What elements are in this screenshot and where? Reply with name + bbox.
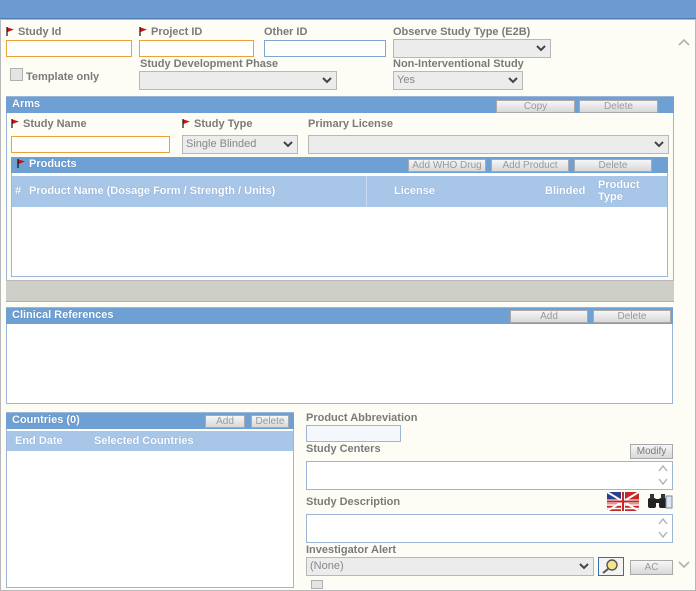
products-panel [11, 157, 668, 277]
primary-license-label: Primary License [308, 118, 393, 130]
partial-checkbox[interactable] [311, 580, 323, 589]
countries-add-button[interactable]: Add [205, 415, 245, 428]
modify-button[interactable]: Modify [630, 444, 673, 459]
study-description-scroll-icon[interactable] [657, 516, 669, 540]
column-product-type[interactable]: Product Type [598, 179, 640, 203]
required-flag-icon [11, 119, 20, 128]
study-name-input[interactable] [11, 136, 170, 153]
required-flag-icon [17, 159, 26, 168]
study-name-label: Study Name [11, 118, 87, 130]
study-id-input[interactable] [6, 40, 132, 57]
column-license[interactable]: License [394, 185, 435, 197]
study-development-phase-select[interactable] [139, 71, 337, 90]
column-blinded[interactable]: Blinded [545, 185, 585, 197]
project-id-label: Project ID [139, 26, 202, 38]
investigator-alert-select[interactable]: (None) [306, 557, 594, 576]
arms-delete-button[interactable]: Delete [579, 100, 658, 113]
arms-title: Arms [12, 98, 41, 110]
magnifier-icon [602, 559, 618, 574]
study-centers-scroll-icon[interactable] [657, 463, 669, 487]
required-flag-icon [6, 27, 15, 36]
chevron-down-icon [536, 45, 546, 52]
study-description-label: Study Description [306, 496, 401, 508]
scroll-up-icon[interactable] [678, 38, 690, 47]
chevron-down-icon [579, 563, 589, 570]
window-top-bar [0, 0, 696, 19]
column-selected-countries[interactable]: Selected Countries [94, 435, 194, 447]
observe-study-type-select[interactable] [393, 39, 551, 58]
product-abbreviation-input[interactable] [306, 425, 401, 442]
required-flag-icon [182, 119, 191, 128]
scroll-down-icon[interactable] [678, 560, 690, 569]
column-divider [366, 176, 367, 207]
primary-license-select[interactable] [308, 135, 669, 154]
add-product-button[interactable]: Add Product [491, 159, 569, 172]
product-abbreviation-label: Product Abbreviation [306, 412, 418, 424]
investigator-lookup-button[interactable] [598, 557, 624, 576]
clinical-references-title: Clinical References [12, 309, 114, 321]
products-panel-header: Products [11, 157, 668, 173]
study-id-label: Study Id [6, 26, 61, 38]
study-type-label: Study Type [182, 118, 252, 130]
add-who-drug-button[interactable]: Add WHO Drug [408, 159, 486, 172]
template-only-checkbox[interactable] [10, 68, 23, 81]
column-product-name[interactable]: Product Name (Dosage Form / Strength / U… [29, 185, 275, 197]
study-description-box[interactable] [306, 514, 673, 543]
template-only-label: Template only [26, 71, 100, 83]
products-delete-button[interactable]: Delete [574, 159, 652, 172]
binoculars-icon[interactable] [647, 493, 673, 510]
study-development-phase-label: Study Development Phase [140, 58, 279, 70]
non-interventional-study-label: Non-Interventional Study [393, 58, 524, 70]
countries-title: Countries (0) [12, 414, 80, 426]
investigator-alert-label: Investigator Alert [306, 544, 397, 556]
required-flag-icon [139, 27, 148, 36]
other-id-label: Other ID [264, 26, 308, 38]
column-end-date[interactable]: End Date [15, 435, 63, 447]
products-title: Products [29, 158, 77, 170]
countries-delete-button[interactable]: Delete [251, 415, 289, 428]
arms-footer-bar [6, 280, 674, 301]
arms-copy-button[interactable]: Copy [496, 100, 575, 113]
clinical-references-add-button[interactable]: Add [510, 310, 588, 323]
project-id-input[interactable] [139, 40, 254, 57]
column-number: # [15, 185, 22, 197]
chevron-down-icon [322, 77, 332, 84]
other-id-input[interactable] [264, 40, 386, 57]
study-type-select[interactable]: Single Blinded [182, 135, 298, 154]
chevron-down-icon [508, 77, 518, 84]
chevron-down-icon [654, 141, 664, 148]
non-interventional-study-select[interactable]: Yes [393, 71, 523, 90]
chevron-down-icon [283, 141, 293, 148]
study-centers-label: Study Centers [306, 443, 381, 455]
clinical-references-delete-button[interactable]: Delete [593, 310, 671, 323]
observe-study-type-label: Observe Study Type (E2B) [393, 26, 531, 38]
english-flag-icon[interactable] [607, 492, 639, 511]
ac-button[interactable]: AC [630, 560, 673, 575]
study-centers-box[interactable] [306, 461, 673, 490]
